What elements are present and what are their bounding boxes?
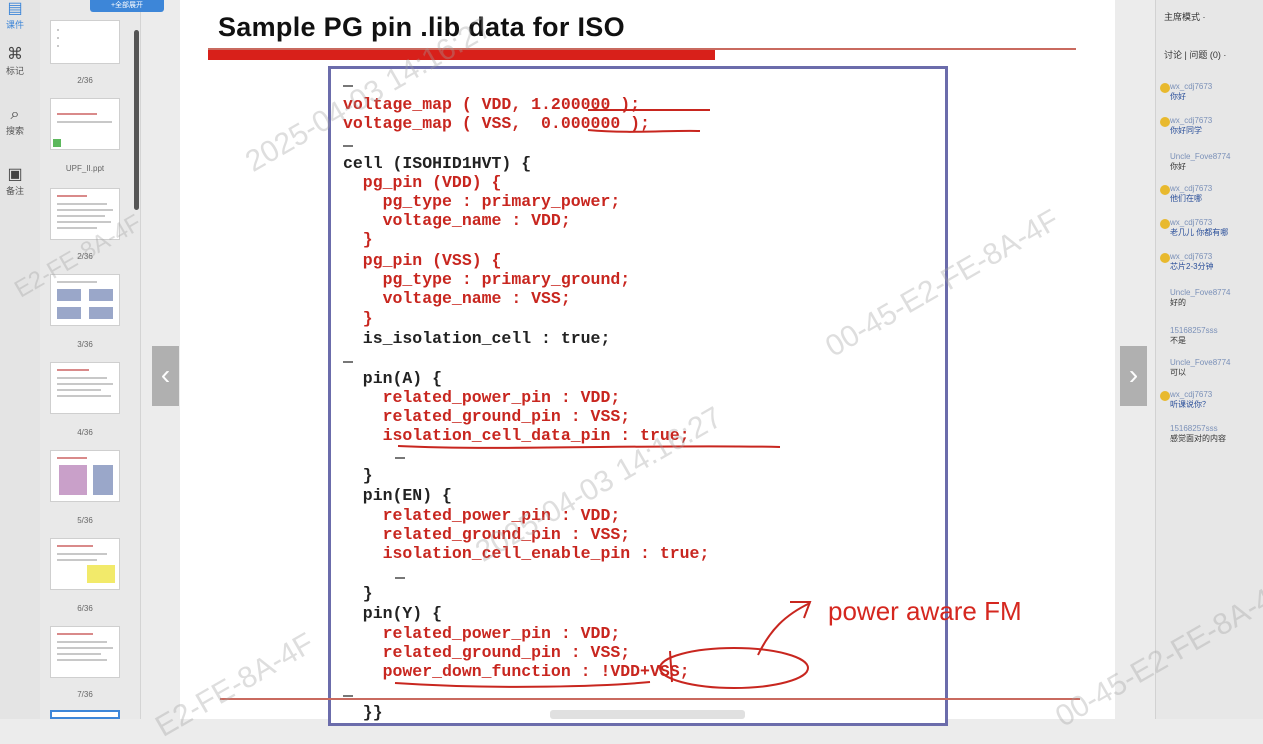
slide-thumbnail[interactable] <box>50 538 120 590</box>
chat-message: Uncle_Fove8774 你好 <box>1170 152 1231 171</box>
thumbnail-label: 6/36 <box>77 604 93 613</box>
smile-icon <box>1160 117 1170 127</box>
chat-message: wx_cdj7673 你好同学 <box>1160 116 1212 136</box>
thumbnail-label: 7/36 <box>77 690 93 699</box>
smile-icon <box>1160 185 1170 195</box>
smile-icon <box>1160 253 1170 263</box>
chat-message: wx_cdj7673 你好 <box>1160 82 1212 102</box>
next-slide-button[interactable]: › <box>1120 346 1147 406</box>
slide-thumbnail[interactable] <box>50 20 120 64</box>
thumbnail-label: 3/36 <box>77 340 93 349</box>
thumbnail-label: 2/36 <box>77 76 93 85</box>
tool-label: 备注 <box>5 186 24 196</box>
slide-thumbnail[interactable] <box>50 98 120 150</box>
slide-thumbnail[interactable] <box>50 362 120 414</box>
chat-message: Uncle_Fove8774 好的 <box>1170 288 1231 307</box>
thumbnail-label: 5/36 <box>77 516 93 525</box>
slide-thumbnail[interactable] <box>50 626 120 678</box>
chat-message: 15168257sss 不是 <box>1170 326 1218 345</box>
chat-message: Uncle_Fove8774 可以 <box>1170 358 1231 377</box>
slide-thumbnail-panel: +全部展开 2/36 UPF_II.ppt 2/36 3/36 4/36 5/3… <box>40 0 164 719</box>
tool-courseware[interactable]: ▤ 课件 <box>0 0 30 31</box>
annotation-text: power aware FM <box>828 596 1022 626</box>
tool-notes[interactable]: ▣ 备注 <box>0 166 30 197</box>
chat-message: wx_cdj7673 听课说你？ <box>1160 390 1212 410</box>
prev-slide-button[interactable]: ‹ <box>152 346 179 406</box>
slide-thumbnail-current[interactable] <box>50 710 120 719</box>
chat-message: wx_cdj7673 芯片2-3分钟 <box>1160 252 1214 272</box>
tool-tag[interactable]: ⌘ 标记 <box>0 46 30 77</box>
tool-search[interactable]: ⌕ 搜索 <box>0 106 30 137</box>
expand-all-tab[interactable]: +全部展开 <box>90 0 164 12</box>
chat-message: 15168257sss 感觉面对的内容 <box>1170 424 1226 443</box>
slide-pager[interactable] <box>550 710 745 719</box>
notes-icon: ▣ <box>7 166 23 183</box>
document-icon: ▤ <box>7 0 23 17</box>
smile-icon <box>1160 219 1170 229</box>
chat-message: wx_cdj7673 老几儿 你都有哪 <box>1160 218 1228 238</box>
thumbnail-scrollbar[interactable] <box>134 30 139 210</box>
chat-mode-selector[interactable]: 主席模式 · <box>1164 10 1206 23</box>
tool-label: 搜索 <box>5 126 24 136</box>
tag-icon: ⌘ <box>7 46 23 63</box>
smile-icon <box>1160 83 1170 93</box>
search-icon: ⌕ <box>10 106 20 123</box>
tool-label: 课件 <box>5 20 24 30</box>
left-toolstrip: ▤ 课件 ⌘ 标记 ⌕ 搜索 ▣ 备注 <box>0 0 40 719</box>
smile-icon <box>1160 391 1170 401</box>
slide-thumbnail[interactable] <box>50 450 120 502</box>
thumbnail-label: UPF_II.ppt <box>65 164 105 173</box>
thumbnail-label: 4/36 <box>77 428 93 437</box>
footer-rule <box>220 698 1080 700</box>
tool-label: 标记 <box>5 66 24 76</box>
chat-tabs[interactable]: 讨论 | 问题 (0) · <box>1164 48 1226 61</box>
chat-message: wx_cdj7673 他们在哪 <box>1160 184 1212 204</box>
